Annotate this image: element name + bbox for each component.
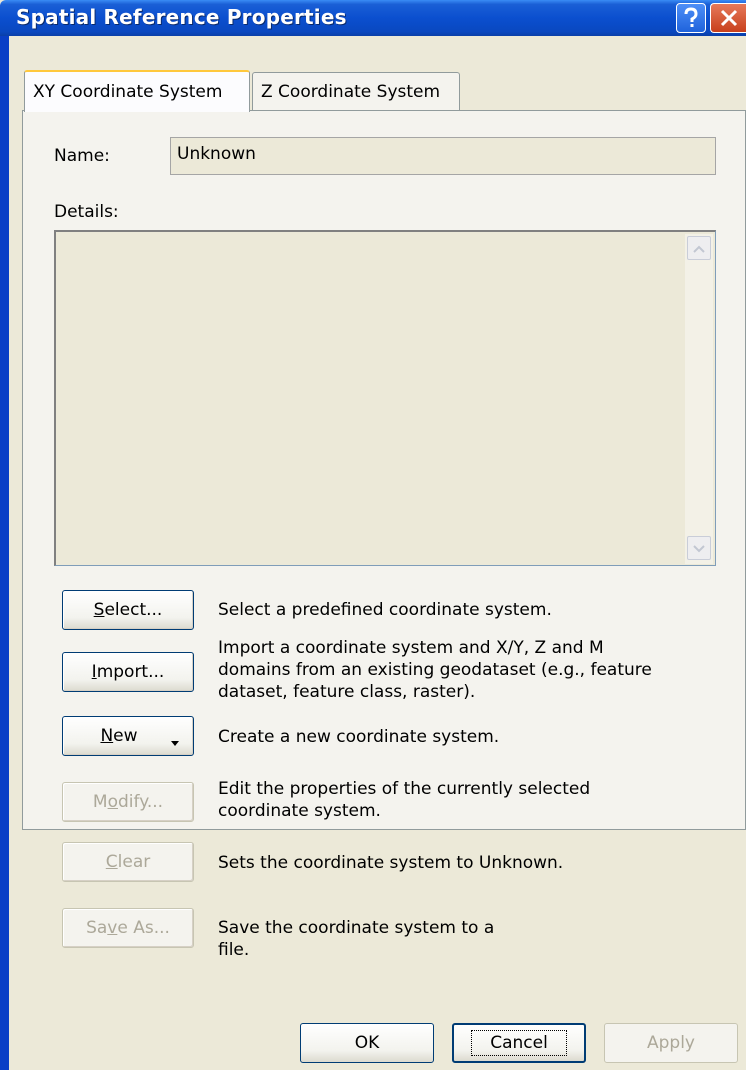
chevron-down-icon [693,538,705,558]
modify-button-label: Modify... [92,792,164,812]
help-button[interactable] [676,3,706,33]
modify-description: Edit the properties of the currently sel… [218,779,591,821]
question-icon [682,7,700,29]
save-as-button-label: Save As... [86,918,170,938]
window-frame-left [0,36,9,1070]
clear-description: Sets the coordinate system to Unknown. [218,853,564,873]
apply-button-label: Apply [646,1033,695,1053]
cancel-button[interactable]: Cancel [452,1023,586,1063]
window-title: Spatial Reference Properties [16,5,347,29]
close-icon [720,9,738,27]
new-button[interactable]: New [62,716,194,756]
modify-button[interactable]: Modify... [62,782,194,822]
title-bar[interactable]: Spatial Reference Properties [0,0,746,36]
select-button-label: Select... [93,600,163,620]
scroll-down-button[interactable] [687,536,711,560]
ok-button[interactable]: OK [300,1023,434,1063]
clear-button[interactable]: Clear [62,842,194,882]
name-label: Name: [54,146,110,166]
tab-label: XY Coordinate System [33,82,223,102]
name-field[interactable]: Unknown [170,137,716,175]
scroll-up-button[interactable] [687,236,711,260]
save-as-button[interactable]: Save As... [62,908,194,948]
tab-xy-coordinate-system[interactable]: XY Coordinate System [24,70,250,112]
tab-label: Z Coordinate System [261,81,441,102]
new-description: Create a new coordinate system. [218,727,500,747]
import-description: Import a coordinate system and X/Y, Z an… [218,638,652,702]
dropdown-arrow-icon [171,732,179,752]
details-textarea[interactable] [54,230,716,566]
ok-button-label: OK [354,1033,380,1053]
name-value: Unknown [177,144,256,164]
apply-button[interactable]: Apply [604,1023,738,1063]
save-as-description: Save the coordinate system to a file. [218,918,495,960]
new-button-label: New [100,726,138,746]
details-scrollbar[interactable] [685,234,713,564]
tab-z-coordinate-system[interactable]: Z Coordinate System [252,72,460,110]
import-button-label: Import... [91,662,165,682]
select-description: Select a predefined coordinate system. [218,600,552,620]
import-button[interactable]: Import... [62,652,194,692]
details-label: Details: [54,202,119,222]
cancel-button-label: Cancel [471,1030,567,1056]
clear-button-label: Clear [105,852,151,872]
close-button[interactable] [710,3,746,33]
dialog-window: Spatial Reference Properties XY Coordina… [0,0,746,1070]
select-button[interactable]: Select... [62,590,194,630]
chevron-up-icon [693,238,705,258]
